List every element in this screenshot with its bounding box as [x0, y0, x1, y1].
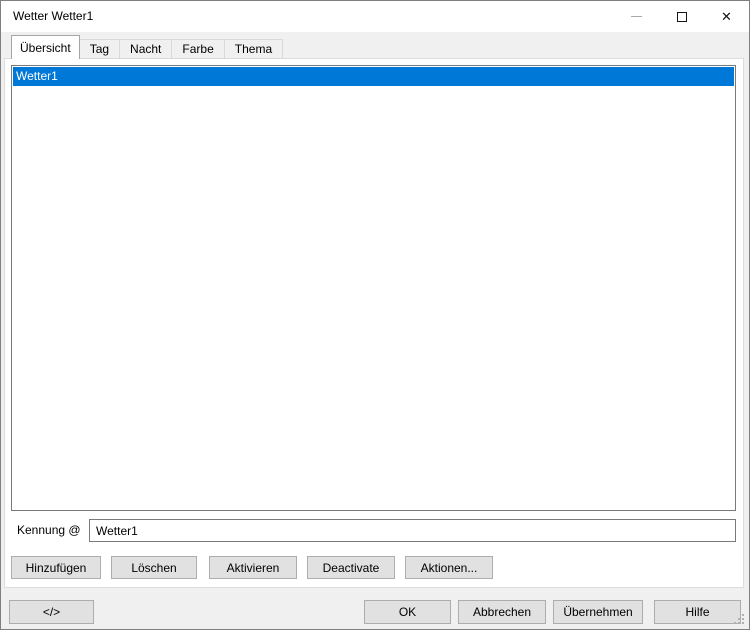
minimize-button[interactable] [614, 1, 659, 32]
ok-button[interactable]: OK [364, 600, 451, 624]
kennung-input[interactable] [89, 519, 736, 542]
maximize-icon [677, 12, 687, 22]
aktionen-button[interactable]: Aktionen... [405, 556, 493, 579]
titlebar: Wetter Wetter1 ✕ [1, 1, 749, 32]
close-button[interactable]: ✕ [704, 1, 749, 32]
code-button[interactable]: </> [9, 600, 94, 624]
tab-bar: Übersicht Tag Nacht Farbe Thema [11, 35, 283, 59]
uebernehmen-button[interactable]: Übernehmen [553, 600, 643, 624]
hinzufuegen-button[interactable]: Hinzufügen [11, 556, 101, 579]
window-title: Wetter Wetter1 [13, 1, 93, 32]
close-icon: ✕ [721, 10, 732, 23]
aktivieren-button[interactable]: Aktivieren [209, 556, 297, 579]
dialog-window: Wetter Wetter1 ✕ Übersicht Tag Nacht Far… [0, 0, 750, 630]
tab-farbe[interactable]: Farbe [171, 39, 224, 59]
list-item-wetter1[interactable]: Wetter1 [13, 67, 734, 86]
tab-nacht[interactable]: Nacht [119, 39, 172, 59]
tab-tag[interactable]: Tag [79, 39, 120, 59]
loeschen-button[interactable]: Löschen [111, 556, 197, 579]
hilfe-button[interactable]: Hilfe [654, 600, 741, 624]
abbrechen-button[interactable]: Abbrechen [458, 600, 546, 624]
resize-grip-icon[interactable] [734, 614, 746, 626]
window-controls: ✕ [614, 1, 749, 32]
minimize-icon [631, 16, 642, 17]
tab-uebersicht[interactable]: Übersicht [11, 35, 80, 59]
tab-thema[interactable]: Thema [224, 39, 283, 59]
deactivate-button[interactable]: Deactivate [307, 556, 395, 579]
weather-list[interactable]: Wetter1 [11, 65, 736, 511]
kennung-label: Kennung @ [17, 523, 81, 537]
maximize-button[interactable] [659, 1, 704, 32]
